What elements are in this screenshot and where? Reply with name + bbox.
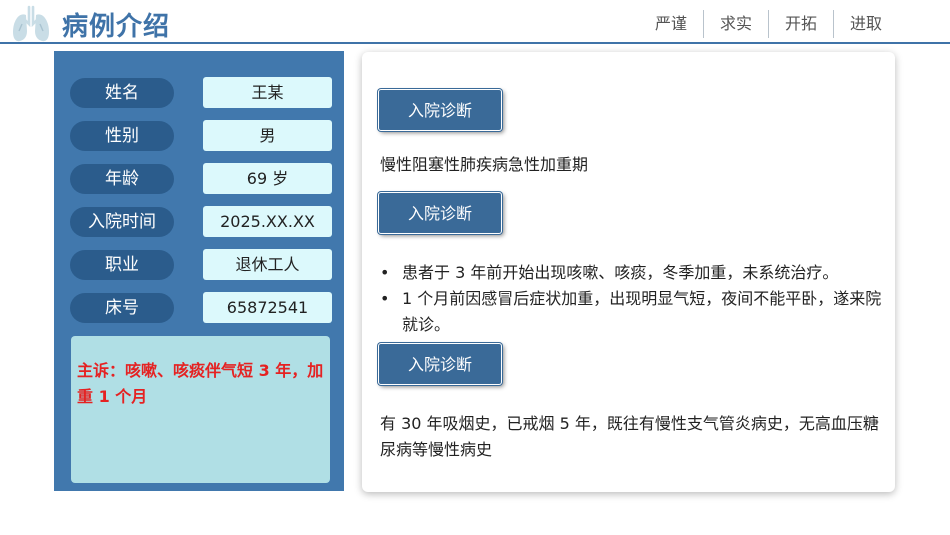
past-history-button[interactable]: 入院诊断 (378, 343, 502, 385)
diagnosis-text: 慢性阻塞性肺疾病急性加重期 (380, 155, 589, 174)
history-button[interactable]: 入院诊断 (378, 192, 502, 234)
nav-item-pioneering[interactable]: 开拓 (767, 10, 833, 38)
list-item: 1 个月前因感冒后症状加重，出现明显气短，夜间不能平卧，遂来院就诊。 (378, 286, 883, 338)
admission-date-label: 入院时间 (70, 207, 174, 237)
past-history-text: 有 30 年吸烟史，已戒烟 5 年，既往有慢性支气管炎病史，无高血压糖尿病等慢性… (380, 414, 879, 459)
age-label: 年龄 (70, 164, 174, 194)
occupation-label: 职业 (70, 250, 174, 280)
info-row-name: 姓名 王某 (70, 77, 332, 108)
gender-label: 性别 (70, 121, 174, 151)
name-value: 王某 (203, 77, 332, 108)
chief-complaint-box: 主诉：咳嗽、咳痰伴气短 3 年，加重 1 个月 (71, 336, 330, 483)
age-value: 69 岁 (203, 163, 332, 194)
top-nav: 严谨 求实 开拓 进取 (639, 10, 898, 38)
name-label: 姓名 (70, 78, 174, 108)
patient-info-panel: 姓名 王某 性别 男 年龄 69 岁 入院时间 2025.XX.XX 职业 退休… (54, 51, 344, 491)
gender-value: 男 (203, 120, 332, 151)
admission-date-value: 2025.XX.XX (203, 206, 332, 237)
bed-number-value: 65872541 (203, 292, 332, 323)
page-title: 病例介绍 (62, 12, 171, 42)
lungs-icon (13, 5, 49, 42)
info-row-gender: 性别 男 (70, 120, 332, 151)
chief-complaint-text: 主诉：咳嗽、咳痰伴气短 3 年，加重 1 个月 (77, 361, 324, 406)
info-row-admission-date: 入院时间 2025.XX.XX (70, 206, 332, 237)
info-row-bed-number: 床号 65872541 (70, 292, 332, 323)
nav-item-truthful[interactable]: 求实 (702, 10, 768, 38)
info-row-age: 年龄 69 岁 (70, 163, 332, 194)
bed-number-label: 床号 (70, 293, 174, 323)
diagnosis-card: 入院诊断 慢性阻塞性肺疾病急性加重期 入院诊断 患者于 3 年前开始出现咳嗽、咳… (362, 52, 895, 492)
present-illness-list: 患者于 3 年前开始出现咳嗽、咳痰，冬季加重，未系统治疗。 1 个月前因感冒后症… (378, 260, 883, 338)
admission-diagnosis-button[interactable]: 入院诊断 (378, 89, 502, 131)
list-item: 患者于 3 年前开始出现咳嗽、咳痰，冬季加重，未系统治疗。 (378, 260, 883, 286)
occupation-value: 退休工人 (203, 249, 332, 280)
info-row-occupation: 职业 退休工人 (70, 249, 332, 280)
nav-item-rigorous[interactable]: 严谨 (639, 10, 703, 38)
header-divider (0, 42, 950, 44)
nav-item-progress[interactable]: 进取 (832, 10, 898, 38)
